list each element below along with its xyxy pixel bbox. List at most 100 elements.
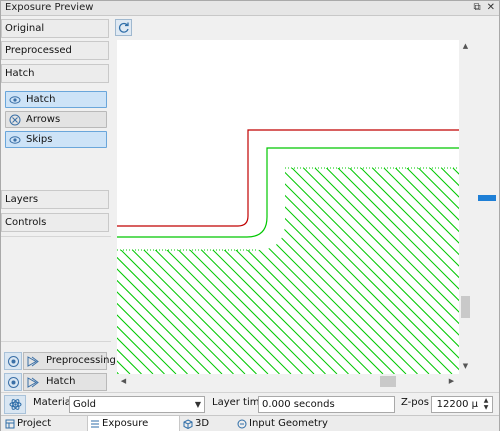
horizontal-scroll-thumb[interactable]: [380, 376, 396, 387]
section-layers[interactable]: Layers: [1, 190, 109, 209]
hatch-line: [117, 168, 223, 374]
material-label: Material: [33, 397, 74, 408]
layer-slider-handle[interactable]: [478, 195, 496, 201]
cube-icon: [183, 419, 193, 429]
tab-exposure-preview[interactable]: Exposure Preview: [87, 416, 180, 431]
material-select[interactable]: Gold ▼: [69, 396, 205, 413]
hatch-line: [222, 168, 430, 374]
tab-3d-view[interactable]: 3D View: [181, 416, 233, 431]
hatch-toggle-skips[interactable]: Skips: [5, 131, 107, 148]
hatch-line: [117, 168, 315, 374]
hatch-toggle-label: Hatch: [26, 94, 56, 105]
play-arrow-icon: [27, 377, 39, 388]
vertical-scrollbar[interactable]: ▲ ▼: [459, 40, 472, 374]
chevron-down-icon: ▼: [194, 400, 201, 409]
hatch-button[interactable]: Hatch: [23, 373, 107, 391]
hatch-toggle-hatch[interactable]: Hatch: [5, 91, 107, 108]
arrows-toggle-label: Arrows: [26, 114, 61, 125]
hatch-line: [303, 168, 459, 374]
hatch-line: [245, 168, 453, 374]
target-icon: [8, 377, 19, 388]
hatch-line: [211, 168, 418, 374]
hatch-line: [117, 168, 200, 374]
left-panel: Original Preprocessed Hatch Hatch Arrows…: [1, 17, 116, 391]
scroll-right-icon[interactable]: ▶: [447, 376, 456, 386]
hatch-line: [117, 168, 119, 374]
preprocessing-button[interactable]: Preprocessing: [23, 352, 116, 370]
hatch-line: [117, 168, 165, 374]
eye-icon: [9, 136, 21, 144]
window-title: Exposure Preview: [5, 2, 94, 13]
hatch-toggle-arrows[interactable]: Arrows: [5, 111, 107, 128]
x-circle-icon: [9, 114, 21, 126]
layer-time-value: 0.000 seconds: [262, 399, 335, 410]
hatch-line: [117, 168, 292, 374]
atom-icon: [9, 399, 22, 410]
vertical-scroll-thumb[interactable]: [461, 296, 470, 318]
eye-icon: [9, 96, 21, 104]
list-icon: [91, 420, 99, 428]
hatch-lines: [117, 168, 459, 374]
spin-arrows-icon[interactable]: ▲ ▼: [481, 397, 491, 411]
section-hatch[interactable]: Hatch: [1, 64, 109, 83]
hatch-line: [117, 168, 177, 374]
zpos-spinbox[interactable]: 12200 μ ▲ ▼: [431, 396, 493, 413]
tab-project-explorer[interactable]: Project Explorer: [3, 416, 87, 431]
hatch-line: [117, 168, 234, 374]
zpos-value: 12200 μ: [436, 399, 478, 410]
material-settings-button[interactable]: [4, 395, 26, 414]
refresh-icon: [118, 22, 129, 33]
contour-red-line: [117, 129, 459, 227]
hatch-line: [165, 168, 372, 374]
hatch-row-label: Hatch: [46, 376, 76, 387]
hatch-line: [117, 168, 154, 374]
scroll-up-icon[interactable]: ▲: [461, 42, 470, 51]
tab-label: Exposure Preview: [102, 418, 149, 429]
hatch-line: [372, 168, 459, 374]
hatch-line: [119, 168, 326, 374]
contour-green-line: [117, 147, 459, 238]
tab-label: Project Explorer: [17, 418, 52, 429]
hatch-line: [117, 168, 257, 374]
project-icon: [5, 419, 15, 429]
hatch-line: [142, 168, 349, 374]
float-icon[interactable]: ⧉: [473, 2, 480, 13]
hatch-line: [188, 168, 395, 374]
preprocessing-label: Preprocessing: [46, 355, 116, 366]
hatch-visibility-button[interactable]: [4, 373, 22, 391]
hatch-line: [130, 168, 338, 374]
close-icon[interactable]: ✕: [487, 2, 495, 13]
hatch-line: [234, 168, 441, 374]
section-controls[interactable]: Controls: [1, 213, 109, 232]
play-arrow-icon: [27, 356, 39, 367]
tab-label: 3D View: [195, 418, 210, 429]
link-icon: [237, 419, 247, 429]
preview-drawing: [117, 129, 459, 374]
hatch-line: [153, 168, 361, 374]
divider: [1, 341, 111, 342]
bottom-bar: Material Gold ▼ Layer time 0.000 seconds…: [1, 392, 499, 415]
tab-label: Input Geometry Files: [249, 418, 328, 429]
hatch-line: [257, 168, 459, 374]
dock-tab-strip: Project Explorer Exposure Preview 3D Vie…: [1, 415, 499, 431]
tab-input-geometry-files[interactable]: Input Geometry Files: [235, 416, 345, 431]
exposure-preview-window: Exposure Preview ⧉ ✕ Original Preprocesse…: [0, 0, 500, 431]
material-value: Gold: [73, 399, 96, 410]
divider: [1, 236, 111, 237]
skips-toggle-label: Skips: [26, 134, 53, 145]
scroll-left-icon[interactable]: ◀: [119, 376, 128, 386]
scroll-down-icon[interactable]: ▼: [461, 362, 470, 371]
layer-slider[interactable]: [473, 40, 499, 388]
refresh-button[interactable]: [115, 19, 132, 36]
hatch-line: [199, 168, 407, 374]
hatch-line: [349, 168, 459, 374]
preprocessing-visibility-button[interactable]: [4, 352, 22, 370]
layer-time-field[interactable]: 0.000 seconds: [258, 396, 395, 413]
hatch-line: [176, 168, 384, 374]
section-preprocessed[interactable]: Preprocessed: [1, 41, 109, 60]
target-icon: [8, 356, 19, 367]
section-original[interactable]: Original: [1, 19, 109, 38]
hatch-line: [117, 168, 142, 374]
horizontal-scrollbar[interactable]: ◀ ▶: [117, 374, 459, 388]
preview-canvas[interactable]: [117, 40, 459, 374]
